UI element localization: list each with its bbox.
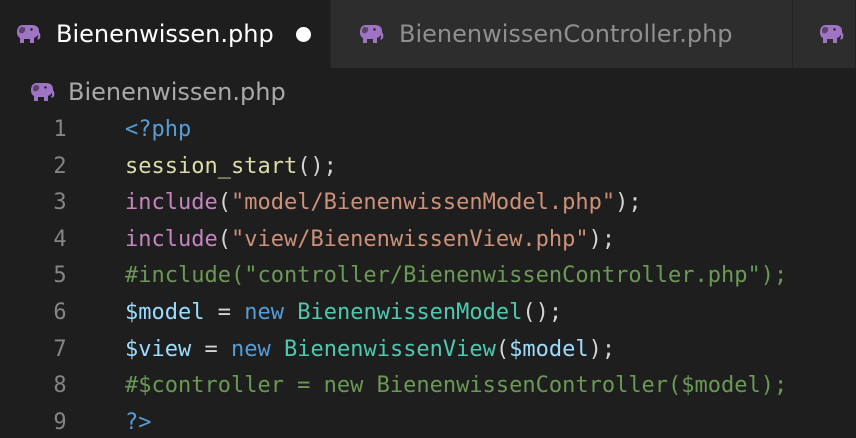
line-source: ?>: [125, 405, 152, 438]
code-token: =: [204, 299, 245, 325]
code-token: ?>: [125, 409, 152, 435]
code-token: );: [615, 190, 642, 216]
code-line[interactable]: 2 session_start();: [0, 149, 856, 186]
code-token: );: [588, 226, 616, 252]
tab-label: BienenwissenController.php: [399, 20, 733, 48]
line-number: 9: [53, 409, 67, 435]
line-source: include("view/BienenwissenView.php");: [125, 222, 615, 259]
tab-bar: Bienenwissen.php BienenwissenController.…: [0, 0, 856, 68]
line-number: 4: [53, 226, 67, 252]
code-token: BienenwissenModel: [297, 299, 523, 325]
line-source: include("model/BienenwissenModel.php");: [125, 185, 642, 222]
line-number: 2: [53, 153, 67, 179]
line-number: 6: [53, 299, 67, 325]
line-number: 1: [53, 117, 67, 142]
breadcrumb-label: Bienenwissen.php: [68, 78, 286, 106]
elephant-icon: [30, 81, 56, 103]
code-token: new: [230, 336, 271, 362]
code-editor: Bienenwissen.php BienenwissenController.…: [0, 0, 856, 438]
code-line[interactable]: 4 include("view/BienenwissenView.php");: [0, 222, 856, 259]
line-source: #$controller = new BienenwissenControlle…: [125, 368, 787, 405]
code-line[interactable]: 9 ?>: [0, 405, 856, 438]
line-number: 8: [53, 373, 67, 399]
code-token: include: [125, 190, 218, 216]
code-token: (: [217, 190, 231, 216]
line-source: #include("controller/BienenwissenControl…: [125, 258, 787, 295]
code-token: <?php: [125, 117, 192, 142]
code-line[interactable]: 5 #include("controller/BienenwissenContro…: [0, 258, 856, 295]
code-line[interactable]: 1 <?php: [0, 112, 856, 149]
code-area[interactable]: 1 <?php 2 session_start(); 3 include("model/B…: [0, 112, 856, 438]
code-token: new: [244, 299, 284, 325]
code-token: #include("controller/BienenwissenControl…: [125, 263, 788, 289]
code-line[interactable]: 6 $model = new BienenwissenModel();: [0, 295, 856, 332]
code-token: $model: [125, 299, 205, 325]
tab-overflow-php[interactable]: [793, 0, 856, 68]
code-token: ();: [522, 299, 563, 325]
code-token: );: [588, 336, 616, 362]
line-source: $view = new BienenwissenView($model);: [125, 332, 615, 369]
code-token: "model/BienenwissenModel.php": [230, 190, 616, 216]
code-token: =: [191, 336, 231, 362]
tab-bienenwissencontroller-php[interactable]: BienenwissenController.php: [331, 0, 793, 68]
code-line[interactable]: 7 $view = new BienenwissenView($model);: [0, 332, 856, 369]
tab-bienenwissen-php[interactable]: Bienenwissen.php: [0, 0, 331, 68]
code-token: (: [495, 336, 510, 362]
code-token: ();: [297, 153, 337, 179]
code-line[interactable]: 3 include("model/BienenwissenModel.php");: [0, 185, 856, 222]
code-token: "view/BienenwissenView.php": [230, 226, 589, 252]
elephant-icon: [16, 23, 42, 45]
line-source: <?php: [125, 112, 191, 149]
line-number: 7: [53, 336, 67, 362]
code-token: session_start: [125, 153, 298, 179]
code-token: include: [125, 226, 218, 252]
line-number: 3: [53, 190, 67, 216]
tab-label: Bienenwissen.php: [56, 20, 274, 48]
code-token: $view: [125, 336, 192, 362]
code-token: (: [217, 226, 231, 252]
code-token: BienenwissenView: [283, 336, 496, 362]
breadcrumb[interactable]: Bienenwissen.php: [30, 75, 286, 109]
code-token: #$controller = new BienenwissenControlle…: [125, 373, 788, 399]
line-source: session_start();: [125, 149, 337, 186]
line-number: 5: [53, 263, 67, 289]
unsaved-changes-dot-icon[interactable]: [295, 26, 311, 42]
code-line[interactable]: 8 #$controller = new BienenwissenControll…: [0, 368, 856, 405]
elephant-icon: [819, 23, 845, 45]
line-source: $model = new BienenwissenModel();: [125, 295, 562, 332]
code-token: $model: [509, 336, 589, 362]
elephant-icon: [359, 23, 385, 45]
